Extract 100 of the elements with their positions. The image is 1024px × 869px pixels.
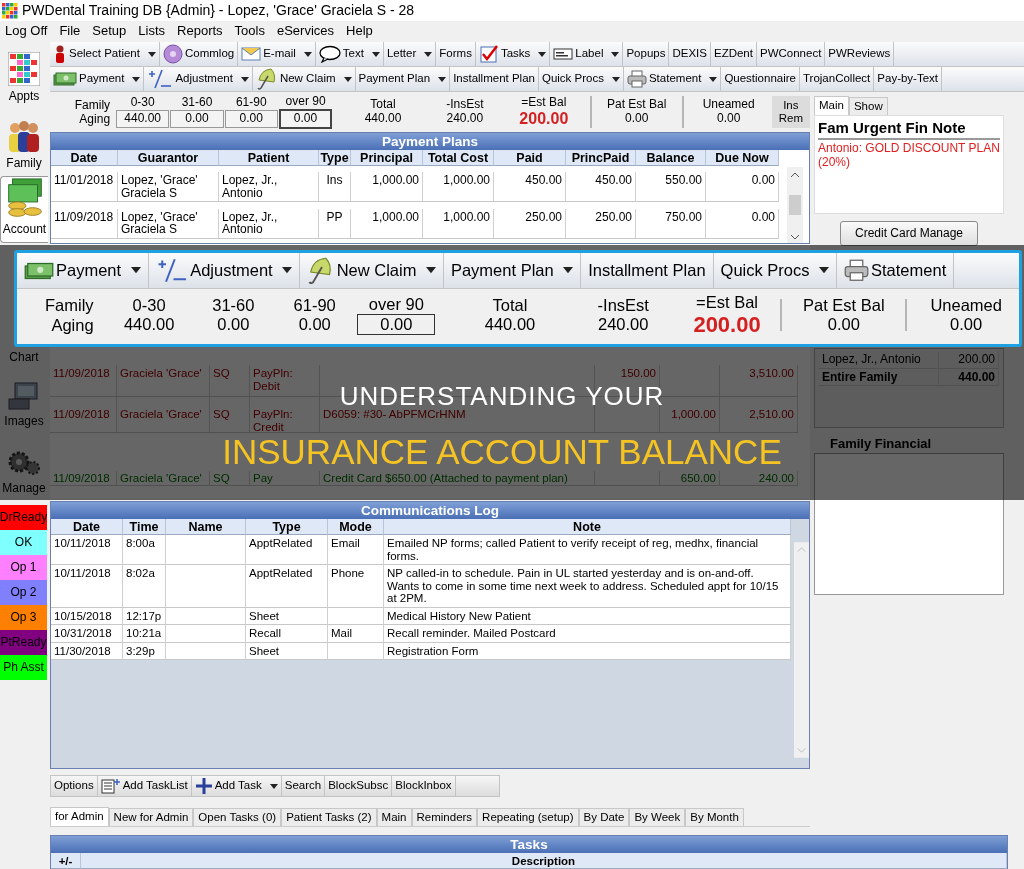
toolbar-button[interactable]: New Claim: [252, 67, 356, 91]
tab[interactable]: By Month: [685, 807, 744, 826]
tab[interactable]: By Date: [578, 807, 630, 826]
column-header[interactable]: PrincPaid: [566, 150, 636, 166]
toolbar-button[interactable]: PWConnect: [756, 42, 826, 66]
status-button[interactable]: Ph Asst: [0, 655, 47, 680]
toolbar-button[interactable]: Installment Plan: [450, 67, 539, 91]
ins-rem-button[interactable]: Ins Rem: [771, 96, 810, 128]
column-header[interactable]: +/-: [51, 853, 81, 869]
sidebar-module[interactable]: Appts: [0, 42, 48, 109]
toolbar-button[interactable]: Questionnaire: [721, 67, 800, 91]
panel-header: Communications Log: [51, 502, 809, 519]
value-field: 0.00: [357, 314, 436, 335]
toolbar-button[interactable]: BlockInbox: [392, 776, 456, 796]
value-field: 0.00: [278, 109, 333, 129]
status-button[interactable]: Op 2: [0, 580, 47, 605]
tab[interactable]: Repeating (setup): [477, 807, 579, 826]
table-cell: 250.00: [566, 208, 636, 239]
toolbar-button[interactable]: Quick Procs: [713, 253, 837, 288]
credit-card-manage-button[interactable]: Credit Card Manage: [840, 221, 978, 247]
status-button[interactable]: DrReady: [0, 505, 47, 530]
column-header[interactable]: Mode: [328, 519, 384, 535]
menu-item[interactable]: Help: [341, 24, 380, 39]
text-area[interactable]: [814, 453, 1004, 596]
tab[interactable]: for Admin: [50, 806, 109, 826]
column-header[interactable]: Description: [81, 853, 1007, 869]
tab[interactable]: Open Tasks (0): [193, 807, 282, 826]
toolbar-button[interactable]: DEXIS: [669, 42, 711, 66]
column-header[interactable]: Total Cost: [423, 150, 494, 166]
column-header[interactable]: Paid: [494, 150, 566, 166]
column-header[interactable]: Type: [319, 150, 351, 166]
toolbar-button[interactable]: Pay-by-Text: [874, 67, 943, 91]
column-header[interactable]: Time: [123, 519, 166, 535]
toolbar-button[interactable]: TrojanCollect: [800, 67, 875, 91]
toolbar-button[interactable]: Forms: [436, 42, 476, 66]
caret-icon: [611, 51, 620, 57]
toolbar-button[interactable]: Options: [51, 776, 98, 796]
toolbar-button[interactable]: Commlog: [159, 42, 239, 66]
toolbar-button[interactable]: Label: [550, 42, 624, 66]
menu-item[interactable]: Tools: [229, 24, 272, 39]
value-text: 200.00: [519, 109, 569, 129]
toolbar-button[interactable]: Select Patient: [50, 42, 160, 66]
column-label: =Est Bal: [696, 292, 758, 312]
toolbar-button[interactable]: New Claim: [300, 253, 444, 288]
toolbar-button[interactable]: Statement: [837, 253, 955, 288]
column-header[interactable]: Balance: [636, 150, 706, 166]
table-cell: ApptRelated: [246, 535, 328, 565]
tab[interactable]: Main: [814, 96, 849, 116]
toolbar-button[interactable]: Adjustment: [144, 67, 253, 91]
menu-item[interactable]: eServices: [271, 24, 342, 39]
panel-header: Payment Plans: [51, 133, 809, 150]
tab[interactable]: Patient Tasks (2): [281, 807, 377, 826]
toolbar-button[interactable]: Installment Plan: [581, 253, 714, 288]
status-button[interactable]: OK: [0, 530, 47, 555]
toolbar-button[interactable]: BlockSubsc: [325, 776, 393, 796]
status-button[interactable]: Op 1: [0, 555, 47, 580]
column-header[interactable]: Name: [166, 519, 246, 535]
toolbar-button[interactable]: Add Task: [191, 776, 282, 796]
menu-item[interactable]: File: [54, 24, 88, 39]
toolbar-button[interactable]: Text: [315, 42, 384, 66]
toolbar-button[interactable]: EZDent: [710, 42, 757, 66]
tab[interactable]: Reminders: [411, 807, 478, 826]
toolbar-button[interactable]: Statement: [623, 67, 722, 91]
table-cell: Pay: [250, 471, 320, 486]
column-header[interactable]: Principal: [351, 150, 423, 166]
toolbar-button[interactable]: Letter: [383, 42, 437, 66]
menu-item[interactable]: Lists: [133, 24, 173, 39]
toolbar-button[interactable]: PWReviews: [825, 42, 895, 66]
column-header[interactable]: Due Now: [706, 150, 779, 166]
column-header[interactable]: Guarantor: [118, 150, 219, 166]
menu-item[interactable]: Reports: [172, 24, 230, 39]
toolbar-button[interactable]: Payment: [50, 67, 145, 91]
column-header[interactable]: Date: [51, 519, 123, 535]
column-header[interactable]: Date: [51, 150, 118, 166]
toolbar-button[interactable]: Quick Procs: [538, 67, 624, 91]
menu-item[interactable]: Log Off: [0, 24, 55, 39]
table-cell: 1,000.00: [351, 208, 423, 239]
caret-icon: [147, 51, 156, 57]
column-header[interactable]: Type: [246, 519, 328, 535]
tab[interactable]: New for Admin: [108, 807, 194, 826]
column-header[interactable]: Patient: [219, 150, 319, 166]
tab[interactable]: Show: [848, 97, 888, 116]
toolbar-button[interactable]: Tasks: [475, 42, 551, 66]
tab[interactable]: Main: [376, 807, 412, 826]
toolbar-button[interactable]: Search: [281, 776, 326, 796]
menu-item[interactable]: Setup: [87, 24, 134, 39]
table-cell: 11/09/2018: [51, 208, 118, 239]
toolbar-button[interactable]: Payment Plan: [443, 253, 582, 288]
toolbar-button[interactable]: Payment: [17, 253, 149, 288]
status-button[interactable]: Op 3: [0, 605, 47, 630]
toolbar-button[interactable]: Payment Plan: [355, 67, 451, 91]
column-header[interactable]: Note: [384, 519, 791, 535]
sidebar-module[interactable]: Account: [0, 176, 48, 243]
toolbar-button[interactable]: Add TaskList: [97, 776, 192, 796]
toolbar-button[interactable]: Popups: [623, 42, 670, 66]
tab[interactable]: By Week: [629, 807, 686, 826]
app-icon: [2, 2, 18, 19]
toolbar-button[interactable]: Adjustment: [148, 253, 301, 288]
sidebar-module[interactable]: Family: [0, 109, 48, 176]
toolbar-button[interactable]: E-mail: [238, 42, 316, 66]
